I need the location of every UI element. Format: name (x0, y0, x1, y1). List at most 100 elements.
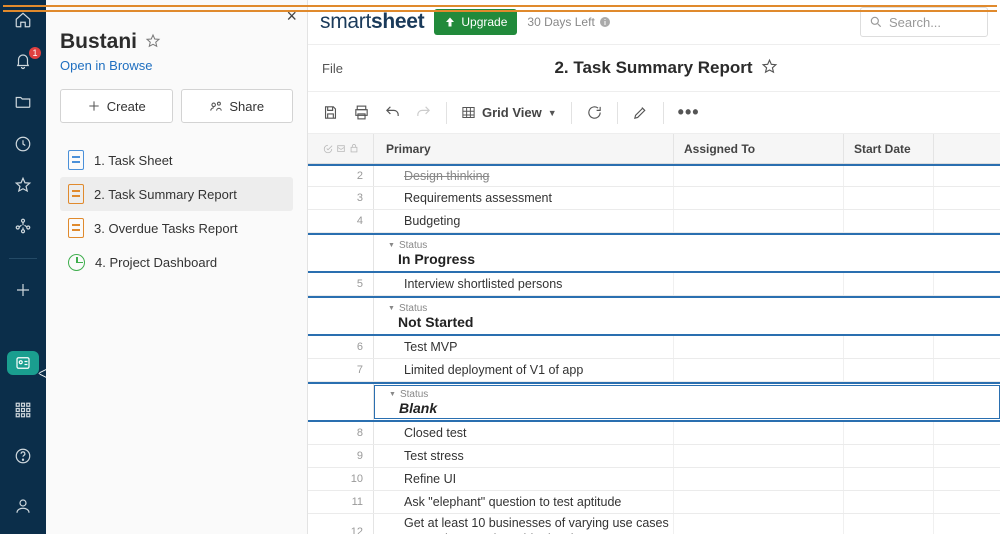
cell-primary[interactable]: Get at least 10 businesses of varying us… (374, 514, 674, 534)
sheet-icon (68, 150, 84, 170)
favorite-star-icon[interactable] (761, 58, 778, 78)
trial-days-left: 30 Days Left (527, 15, 610, 29)
workspace-title: Bustani (60, 30, 137, 54)
row-icons-header (308, 134, 374, 163)
workspace-file-list: 1. Task Sheet 2. Task Summary Report 3. … (60, 143, 293, 279)
table-row[interactable]: 2 Design thinking (308, 164, 1000, 187)
column-header-assigned[interactable]: Assigned To (674, 134, 844, 163)
view-label: Grid View (482, 105, 542, 120)
table-row[interactable]: 8 Closed test (308, 422, 1000, 445)
report-icon (530, 58, 546, 78)
account-icon[interactable] (7, 490, 39, 522)
grid-column-header: Primary Assigned To Start Date (308, 134, 1000, 164)
cell-primary[interactable]: Requirements assessment (374, 187, 674, 209)
column-header-start[interactable]: Start Date (844, 134, 934, 163)
report-icon (68, 218, 84, 238)
sidebar-item-project-dashboard[interactable]: 4. Project Dashboard (60, 245, 293, 279)
refresh-icon[interactable] (586, 104, 603, 121)
sidebar-item-task-summary-report[interactable]: 2. Task Summary Report (60, 177, 293, 211)
search-input[interactable]: Search... (860, 7, 988, 37)
cell-primary[interactable]: Design thinking (374, 166, 674, 186)
toolbar-divider (663, 102, 664, 124)
table-row[interactable]: 5 Interview shortlisted persons (308, 273, 1000, 296)
cell-primary[interactable]: Refine UI (374, 468, 674, 490)
cell-primary[interactable]: Interview shortlisted persons (374, 273, 674, 295)
table-row[interactable]: 10 Refine UI (308, 468, 1000, 491)
group-header-in-progress[interactable]: Status In Progress (308, 233, 1000, 273)
toolbar: Grid View ▼ ••• (308, 92, 1000, 134)
group-header-blank[interactable]: Status Blank (308, 382, 1000, 422)
folder-icon[interactable] (7, 91, 39, 114)
sheet-header: File 2. Task Summary Report (308, 44, 1000, 92)
group-value: In Progress (388, 251, 1000, 267)
dashboard-icon (68, 254, 85, 271)
print-icon[interactable] (353, 104, 370, 121)
open-in-browse-link[interactable]: Open in Browse (60, 58, 293, 73)
report-icon (68, 184, 84, 204)
apps-grid-icon[interactable] (7, 399, 39, 422)
chevron-down-icon: ▼ (548, 108, 557, 118)
cell-primary[interactable]: Test stress (374, 445, 674, 467)
brand-logo[interactable]: smartsheet (320, 10, 424, 34)
left-nav-rail: 1 ◀ (0, 0, 46, 534)
grid-body: 2 Design thinking 3 Requirements assessm… (308, 164, 1000, 534)
share-button[interactable]: Share (181, 89, 294, 123)
sidebar-item-label: 1. Task Sheet (94, 153, 173, 168)
table-row[interactable]: 12 Get at least 10 businesses of varying… (308, 514, 1000, 534)
cell-primary[interactable]: Test MVP (374, 336, 674, 358)
view-switcher[interactable]: Grid View ▼ (461, 105, 557, 120)
favorites-icon[interactable] (7, 173, 39, 196)
workspace-panel: × Bustani Open in Browse Create Share 1.… (46, 0, 308, 534)
column-header-primary[interactable]: Primary (374, 134, 674, 163)
sidebar-item-label: 3. Overdue Tasks Report (94, 221, 238, 236)
table-row[interactable]: 7 Limited deployment of V1 of app (308, 359, 1000, 382)
more-actions-icon[interactable]: ••• (678, 102, 700, 123)
cell-primary[interactable]: Closed test (374, 422, 674, 444)
table-row[interactable]: 3 Requirements assessment (308, 187, 1000, 210)
favorite-star-icon[interactable] (145, 33, 161, 52)
upgrade-label: Upgrade (461, 15, 507, 29)
home-icon[interactable] (7, 8, 39, 31)
create-button[interactable]: Create (60, 89, 173, 123)
save-icon[interactable] (322, 104, 339, 121)
toolbar-divider (571, 102, 572, 124)
table-row[interactable]: 9 Test stress (308, 445, 1000, 468)
cell-start[interactable] (844, 166, 934, 186)
notification-badge: 1 (29, 47, 41, 59)
rail-divider (9, 258, 37, 259)
table-row[interactable]: 4 Budgeting (308, 210, 1000, 233)
search-placeholder: Search... (889, 15, 941, 30)
toolbar-divider (617, 102, 618, 124)
cell-assigned[interactable] (674, 166, 844, 186)
recents-icon[interactable] (7, 132, 39, 155)
file-menu[interactable]: File (322, 61, 382, 76)
group-header-not-started[interactable]: Status Not Started (308, 296, 1000, 336)
upgrade-button[interactable]: Upgrade (434, 9, 517, 35)
sidebar-item-task-sheet[interactable]: 1. Task Sheet (60, 143, 293, 177)
cell-primary[interactable]: Budgeting (374, 210, 674, 232)
main-area: smartsheet Upgrade 30 Days Left Search..… (308, 0, 1000, 534)
group-field-label: Status (388, 303, 1000, 314)
sidebar-item-label: 2. Task Summary Report (94, 187, 237, 202)
sidebar-item-label: 4. Project Dashboard (95, 255, 217, 270)
redo-icon[interactable] (415, 104, 432, 121)
table-row[interactable]: 6 Test MVP (308, 336, 1000, 359)
cell-primary[interactable]: Ask "elephant" question to test aptitude (374, 491, 674, 513)
group-value: Not Started (388, 314, 1000, 330)
group-field-label: Status (389, 389, 999, 400)
table-row[interactable]: 11 Ask "elephant" question to test aptit… (308, 491, 1000, 514)
add-icon[interactable] (7, 279, 39, 302)
sidebar-item-overdue-tasks-report[interactable]: 3. Overdue Tasks Report (60, 211, 293, 245)
undo-icon[interactable] (384, 104, 401, 121)
notifications-icon[interactable]: 1 (7, 49, 39, 72)
group-value: Blank (389, 400, 999, 416)
workspace-icon[interactable] (7, 351, 39, 374)
data-grid: Primary Assigned To Start Date 2 Design … (308, 134, 1000, 534)
group-field-label: Status (388, 240, 1000, 251)
cell-primary[interactable]: Limited deployment of V1 of app (374, 359, 674, 381)
highlight-icon[interactable] (632, 104, 649, 121)
help-icon[interactable] (7, 440, 39, 472)
share-button-label: Share (229, 99, 264, 114)
sheet-title: 2. Task Summary Report (554, 58, 752, 78)
workapps-icon[interactable] (7, 215, 39, 238)
